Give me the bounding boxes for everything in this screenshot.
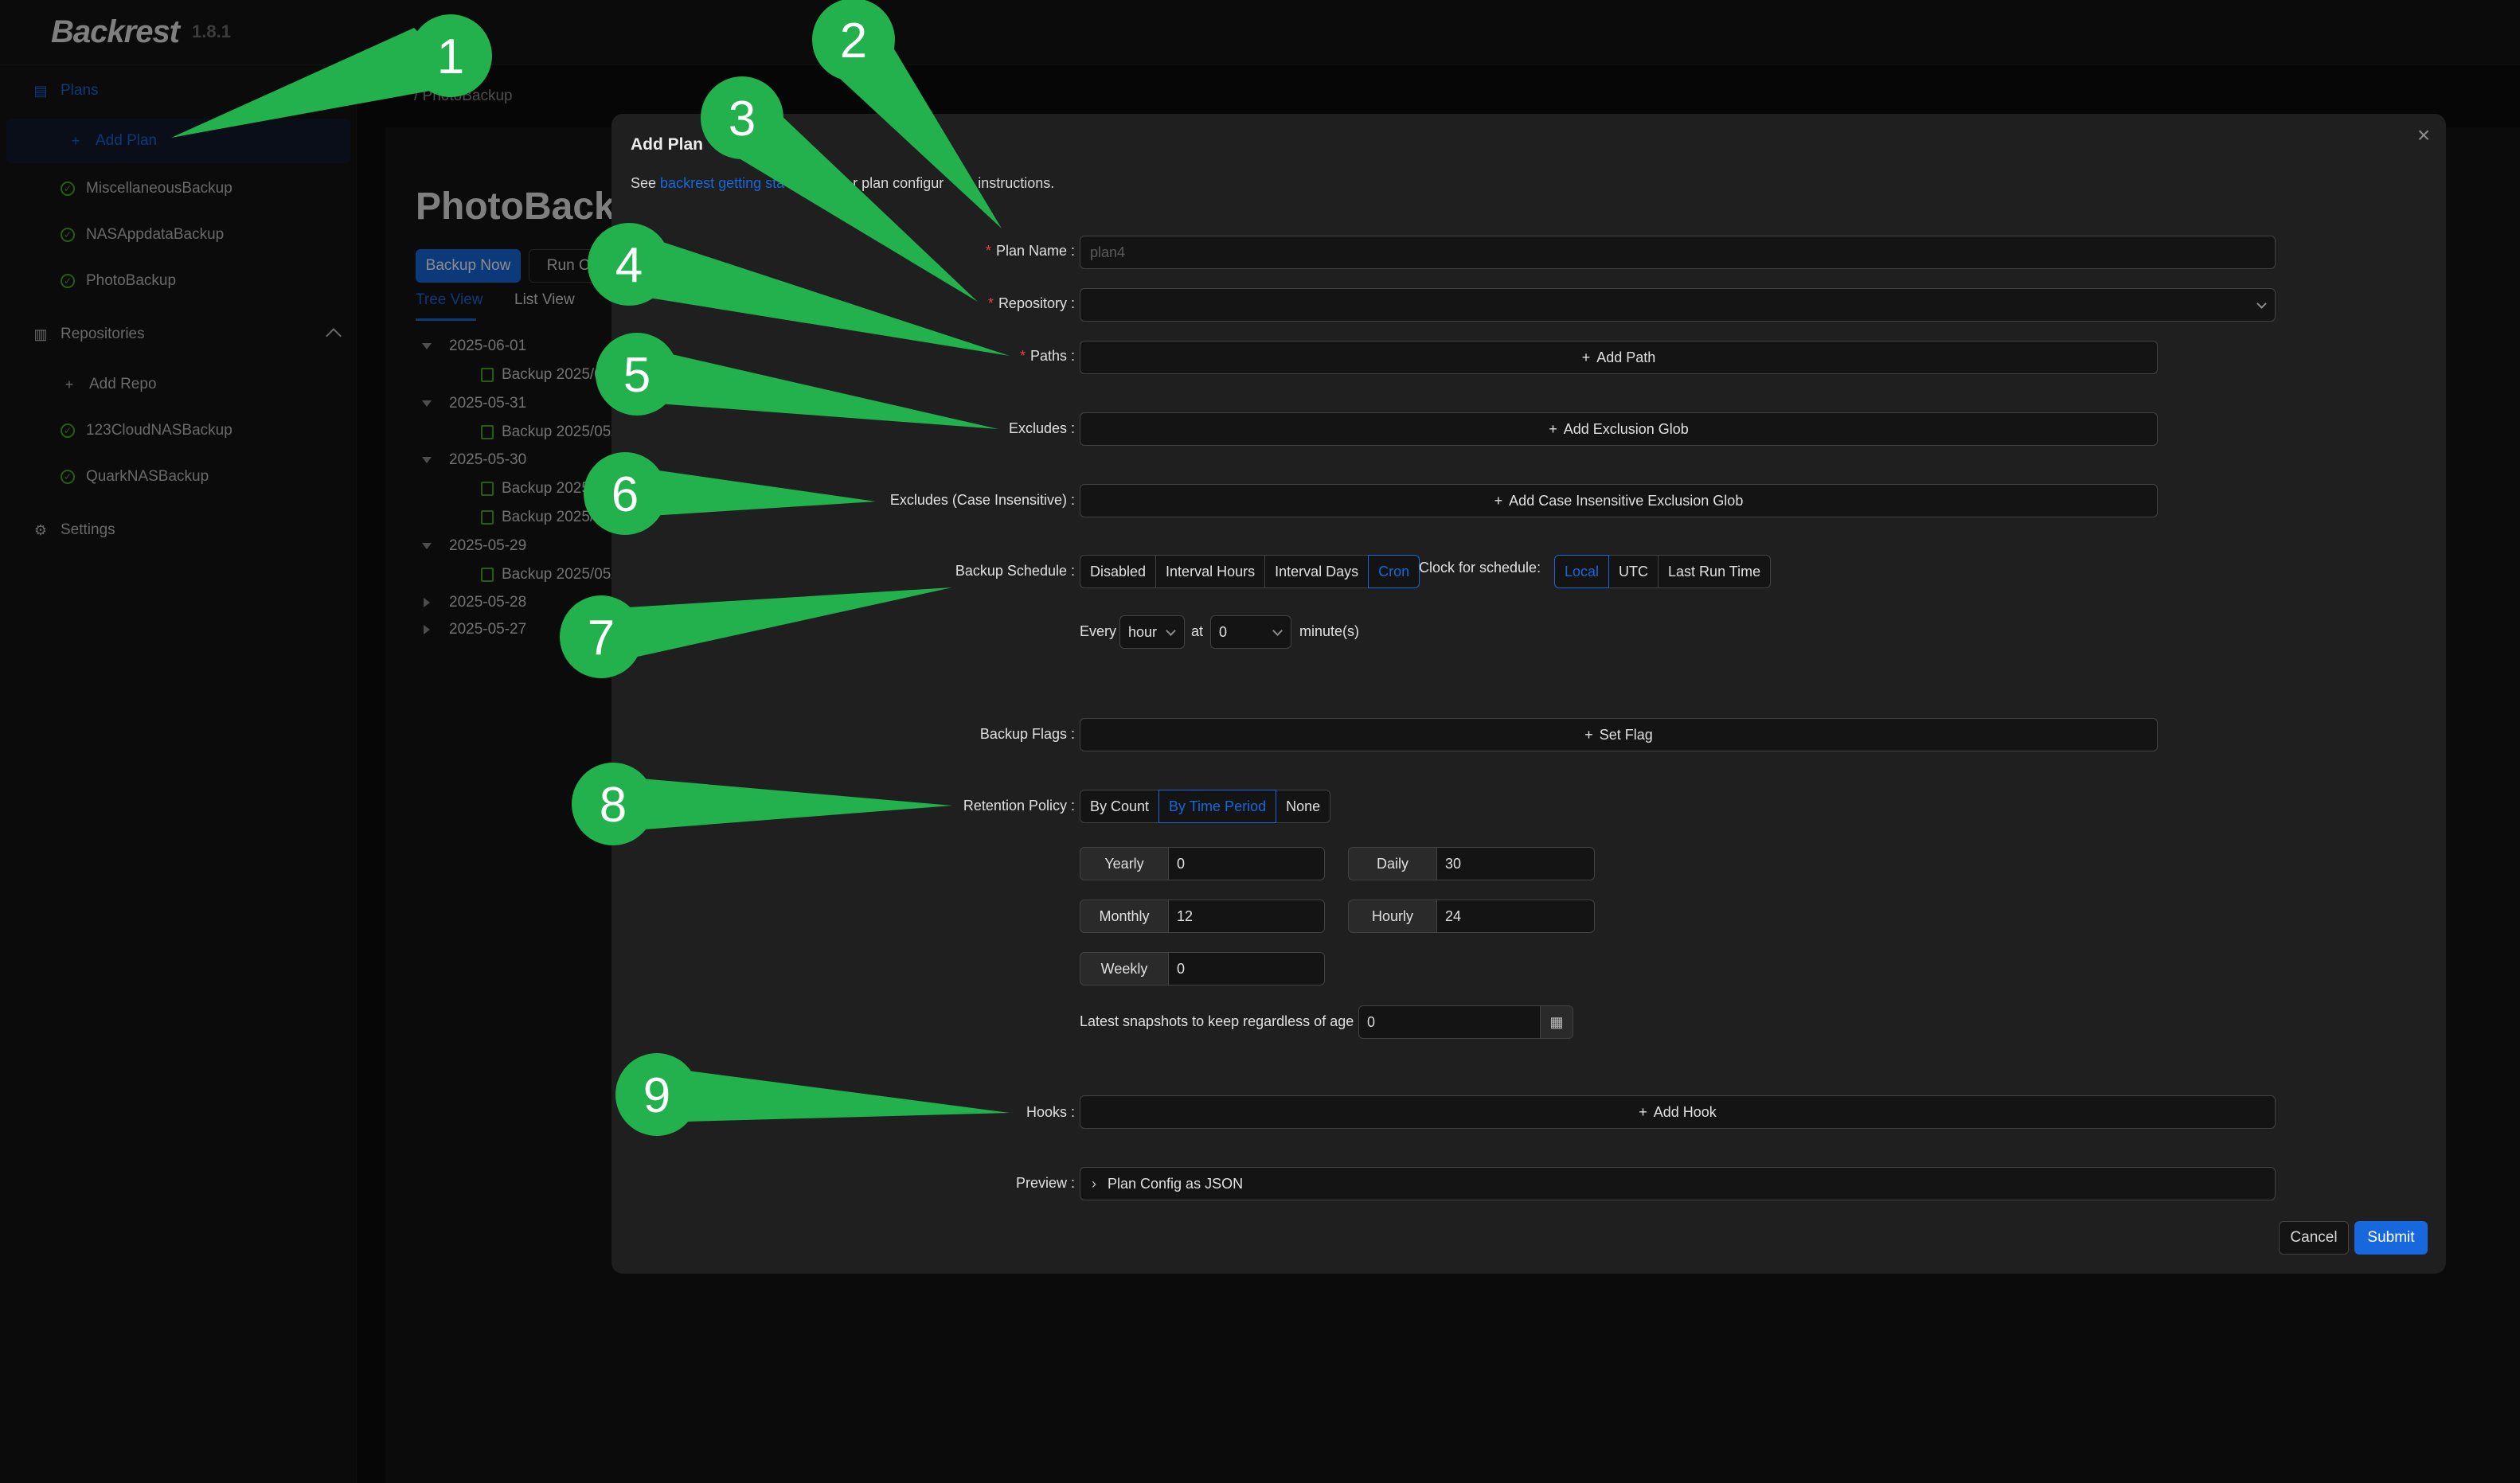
callout-number: 9 [643,1068,670,1123]
retention-option-by-time[interactable]: By Time Period [1158,790,1277,823]
clock-option-local[interactable]: Local [1554,555,1610,588]
callout-number: 5 [623,348,651,403]
callout-number: 3 [729,92,756,146]
callout-pointer [657,1067,1010,1122]
callout-number: 1 [437,29,464,84]
callout-number: 7 [588,611,615,665]
callout-number: 8 [600,778,627,833]
callout-layer: 1 2 3 4 5 6 7 8 9 [171,0,1010,1136]
callout-number: 4 [615,238,643,293]
callout-pointer [637,346,998,429]
callout-number: 6 [611,467,639,522]
callout-pointer [613,776,952,832]
callout-number: 2 [840,14,867,68]
callout-pointer [629,239,1010,356]
schedule-option-cron[interactable]: Cron [1368,555,1420,588]
callout-pointer [601,587,952,665]
